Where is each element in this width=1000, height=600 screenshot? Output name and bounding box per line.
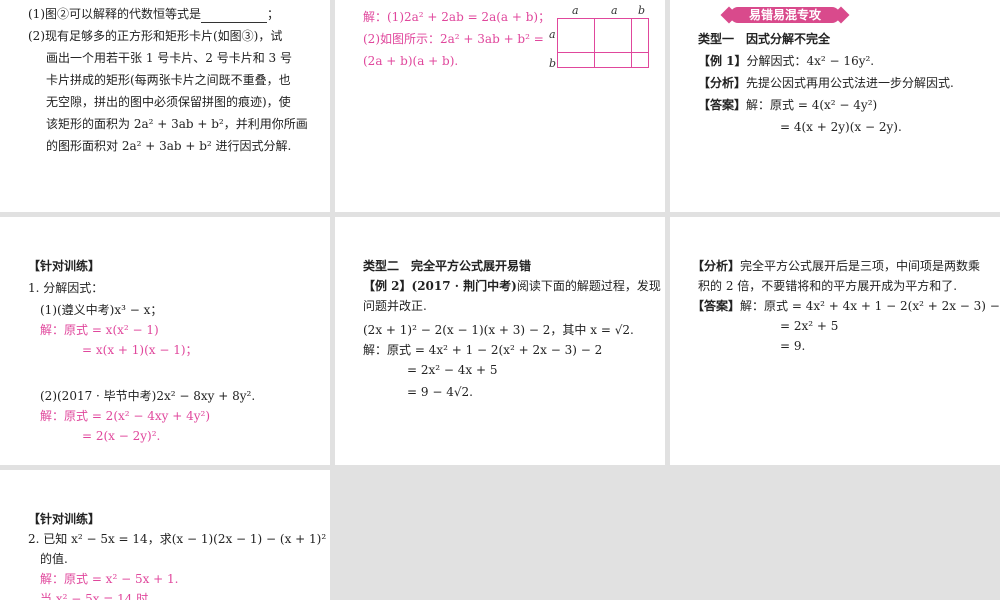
practice2-heading: 【针对训练】 bbox=[28, 512, 101, 526]
wrong-step-2: = 9 − 4√2. bbox=[407, 385, 473, 399]
practice-q1: 1. 分解因式： bbox=[28, 281, 104, 295]
practice-heading: 【针对训练】 bbox=[28, 259, 101, 273]
wrong-step-1: = 2x² − 4x + 5 bbox=[407, 363, 498, 377]
practice-ans-2-step: = 2(x − 2y)². bbox=[82, 429, 161, 443]
practice2-q: 2. 已知 x² − 5x = 14，求(x − 1)(2x − 1) − (x… bbox=[28, 532, 330, 546]
q2-line-6: 的图形面积对 2a² + 3ab + b² 进行因式分解. bbox=[46, 139, 292, 153]
practice-q1-1: (1)(遵义中考)x³ − x； bbox=[40, 303, 163, 317]
label-side-a: a bbox=[549, 28, 556, 41]
panel-practice-1: 【针对训练】 1. 分解因式： (1)(遵义中考)x³ − x； 解：原式 = … bbox=[0, 217, 330, 465]
practice2-ans-cont: 当 x² − 5x = 14 时， bbox=[40, 592, 161, 600]
example-1: 【例 1】分解因式：4x² − 16y². bbox=[698, 54, 875, 68]
practice-ans-1: 解：原式 = x(x² − 1) bbox=[40, 323, 159, 337]
q2-line-1: (2)现有足够多的正方形和矩形卡片(如图③)，试 bbox=[28, 29, 283, 43]
q2-line-4: 无空隙，拼出的图中必须保留拼图的痕迹)，使 bbox=[46, 95, 291, 109]
practice-ans-1-step: = x(x + 1)(x − 1)； bbox=[82, 343, 198, 357]
expression: (2x + 1)² − 2(x − 1)(x + 3) − 2，其中 x = √… bbox=[363, 323, 634, 337]
solution-line-3: (2a + b)(a + b). bbox=[363, 54, 459, 68]
example-2: 【例 2】(2017 · 荆门中考)阅读下面的解题过程，发现 bbox=[363, 279, 661, 293]
label-side-b: b bbox=[549, 57, 557, 70]
answer-2: 【答案】解：原式 = 4x² + 4x + 1 − 2(x² + 2x − 3)… bbox=[692, 299, 1000, 313]
wrong-solution: 解：原式 = 4x² + 1 − 2(x² + 2x − 3) − 2 bbox=[363, 343, 603, 357]
rect-ab-2 bbox=[557, 52, 595, 68]
answer-2-step-1: = 2x² + 5 bbox=[780, 319, 839, 333]
square-b bbox=[631, 52, 649, 68]
practice2-q-cont: 的值. bbox=[40, 552, 68, 566]
label-b: b bbox=[638, 4, 646, 17]
practice2-ans: 解：原式 = x² − 5x + 1. bbox=[40, 572, 179, 586]
banner-title: 易错易混专攻 bbox=[748, 8, 821, 22]
rect-ab bbox=[631, 18, 649, 53]
q1-line: (1)图②可以解释的代数恒等式是； bbox=[28, 7, 280, 23]
analysis-1: 【分析】先提公因式再用公式法进一步分解因式. bbox=[698, 76, 954, 90]
rect-ab-3 bbox=[594, 52, 632, 68]
example-2-cont: 问题并改正. bbox=[363, 299, 427, 313]
answer-1: 【答案】解：原式 = 4(x² − 4y²) bbox=[698, 98, 878, 112]
label-a-2: a bbox=[611, 4, 618, 17]
q2-line-5: 该矩形的面积为 2a² + 3ab + b²，并利用你所画 bbox=[46, 117, 308, 131]
solution-line-1: 解：(1)2a² + 2ab = 2a(a + b)； bbox=[363, 10, 551, 24]
panel-solution-figure: 解：(1)2a² + 2ab = 2a(a + b)； (2)如图所示：2a² … bbox=[335, 0, 665, 212]
analysis-2-cont: 积的 2 倍，不要错将和的平方展开成为平方和了. bbox=[698, 279, 958, 293]
answer-2-step-2: = 9. bbox=[780, 339, 806, 353]
panel-analysis-2: 【分析】完全平方公式展开后是三项，中间项是两数乘 积的 2 倍，不要错将和的平方… bbox=[670, 217, 1000, 465]
label-a-1: a bbox=[572, 4, 579, 17]
type-heading: 类型一 因式分解不完全 bbox=[698, 32, 831, 46]
panel-practice-2: 【针对训练】 2. 已知 x² − 5x = 14，求(x − 1)(2x − … bbox=[0, 470, 330, 600]
solution-line-2: (2)如图所示：2a² + 3ab + b² = bbox=[363, 32, 544, 46]
panel-error-type-2: 类型二 完全平方公式展开易错 【例 2】(2017 · 荆门中考)阅读下面的解题… bbox=[335, 217, 665, 465]
square-a-2 bbox=[594, 18, 632, 53]
type2-heading: 类型二 完全平方公式展开易错 bbox=[363, 259, 532, 273]
square-a-1 bbox=[557, 18, 595, 53]
section-banner: 易错易混专攻 bbox=[720, 4, 850, 26]
q2-line-3: 卡片拼成的矩形(每两张卡片之间既不重叠，也 bbox=[46, 73, 291, 87]
practice-q1-2: (2)(2017 · 毕节中考)2x² − 8xy + 8y². bbox=[40, 389, 256, 403]
practice-ans-2: 解：原式 = 2(x² − 4xy + 4y²) bbox=[40, 409, 211, 423]
panel-question-cards: (1)图②可以解释的代数恒等式是； (2)现有足够多的正方形和矩形卡片(如图③)… bbox=[0, 0, 330, 212]
panel-error-type-1: 易错易混专攻 类型一 因式分解不完全 【例 1】分解因式：4x² − 16y².… bbox=[670, 0, 1000, 212]
answer-blank bbox=[201, 10, 267, 23]
analysis-2: 【分析】完全平方公式展开后是三项，中间项是两数乘 bbox=[692, 259, 981, 273]
q2-line-2: 画出一个用若干张 1 号卡片、2 号卡片和 3 号 bbox=[46, 51, 292, 65]
answer-1-step: = 4(x + 2y)(x − 2y). bbox=[780, 120, 902, 134]
